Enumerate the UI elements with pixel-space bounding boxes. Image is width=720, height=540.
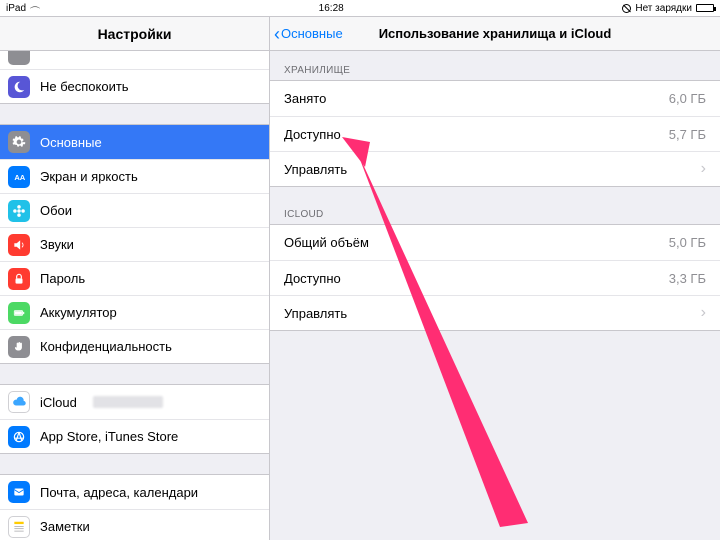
detail-row[interactable]: Управлять › — [270, 151, 720, 186]
detail-row: Занято6,0 ГБ — [270, 81, 720, 116]
detail-row-value: 3,3 ГБ — [669, 271, 706, 286]
mail-icon — [8, 481, 30, 503]
status-bar: iPad 16:28 Нет зарядки — [0, 0, 720, 16]
detail-row-value: 6,0 ГБ — [669, 91, 706, 106]
sidebar-item-label: App Store, iTunes Store — [40, 429, 178, 444]
section-header: ХРАНИЛИЩЕ — [270, 51, 720, 80]
sidebar-item-label: Пароль — [40, 271, 85, 286]
generic-icon — [8, 51, 30, 65]
sidebar-item-label: Обои — [40, 203, 72, 218]
sidebar-item-privacy[interactable]: Конфиденциальность — [0, 329, 269, 363]
appstore-icon — [8, 426, 30, 448]
svg-text:AA: AA — [14, 172, 25, 181]
sidebar-item-label: Основные — [40, 135, 102, 150]
sidebar: Настройки Не беспокоить Основные AA Экран и… — [0, 17, 270, 540]
sidebar-item-passcode[interactable]: Пароль — [0, 261, 269, 295]
notes-icon — [8, 516, 30, 538]
wallpaper-icon — [8, 200, 30, 222]
chevron-right-icon: › — [701, 160, 706, 178]
detail-row-label: Управлять — [284, 162, 695, 177]
sidebar-item-label: Конфиденциальность — [40, 339, 172, 354]
detail-row-label: Доступно — [284, 127, 669, 142]
sidebar-item-label: iCloud — [40, 395, 77, 410]
detail-row: Общий объём5,0 ГБ — [270, 225, 720, 260]
sidebar-item-general[interactable]: Основные — [0, 125, 269, 159]
sidebar-item-label: Заметки — [40, 519, 90, 534]
text-size-icon: AA — [8, 166, 30, 188]
speaker-icon — [8, 234, 30, 256]
no-charging-icon — [622, 4, 631, 13]
detail-row: Доступно5,7 ГБ — [270, 116, 720, 151]
detail-row: Доступно3,3 ГБ — [270, 260, 720, 295]
sidebar-item-truncated-prev — [0, 51, 269, 69]
sidebar-item-sounds[interactable]: Звуки — [0, 227, 269, 261]
obscured-account-label — [93, 396, 163, 408]
detail-row-value: 5,7 ГБ — [669, 127, 706, 142]
sidebar-item-wallpaper[interactable]: Обои — [0, 193, 269, 227]
back-label: Основные — [281, 26, 343, 41]
sidebar-item-battery[interactable]: Аккумулятор — [0, 295, 269, 329]
battery-icon — [8, 302, 30, 324]
sidebar-item-appstore[interactable]: App Store, iTunes Store — [0, 419, 269, 453]
sidebar-item-label: Не беспокоить — [40, 79, 129, 94]
cloud-icon — [8, 391, 30, 413]
detail-pane: ‹ Основные Использование хранилища и iCl… — [270, 17, 720, 540]
sidebar-item-display[interactable]: AA Экран и яркость — [0, 159, 269, 193]
charging-label: Нет зарядки — [635, 3, 692, 14]
sidebar-item-mail[interactable]: Почта, адреса, календари — [0, 475, 269, 509]
sidebar-title: Настройки — [0, 17, 269, 51]
sidebar-item-label: Почта, адреса, календари — [40, 485, 198, 500]
sidebar-item-dnd[interactable]: Не беспокоить — [0, 69, 269, 103]
back-button[interactable]: ‹ Основные — [274, 25, 343, 43]
detail-row[interactable]: Управлять › — [270, 295, 720, 330]
chevron-right-icon: › — [701, 304, 706, 322]
wifi-icon — [30, 4, 40, 12]
detail-row-value: 5,0 ГБ — [669, 235, 706, 250]
detail-row-label: Занято — [284, 91, 669, 106]
status-time: 16:28 — [319, 3, 344, 14]
battery-icon — [696, 4, 714, 12]
lock-icon — [8, 268, 30, 290]
gear-icon — [8, 131, 30, 153]
detail-row-label: Управлять — [284, 306, 695, 321]
sidebar-item-label: Звуки — [40, 237, 74, 252]
sidebar-item-icloud[interactable]: iCloud — [0, 385, 269, 419]
sidebar-item-label: Аккумулятор — [40, 305, 117, 320]
device-label: iPad — [6, 3, 26, 14]
detail-row-label: Общий объём — [284, 235, 669, 250]
detail-header: ‹ Основные Использование хранилища и iCl… — [270, 17, 720, 51]
sidebar-item-notes[interactable]: Заметки — [0, 509, 269, 540]
chevron-left-icon: ‹ — [274, 25, 280, 43]
moon-icon — [8, 76, 30, 98]
detail-row-label: Доступно — [284, 271, 669, 286]
hand-icon — [8, 336, 30, 358]
sidebar-item-label: Экран и яркость — [40, 169, 138, 184]
section-header: ICLOUD — [270, 195, 720, 224]
